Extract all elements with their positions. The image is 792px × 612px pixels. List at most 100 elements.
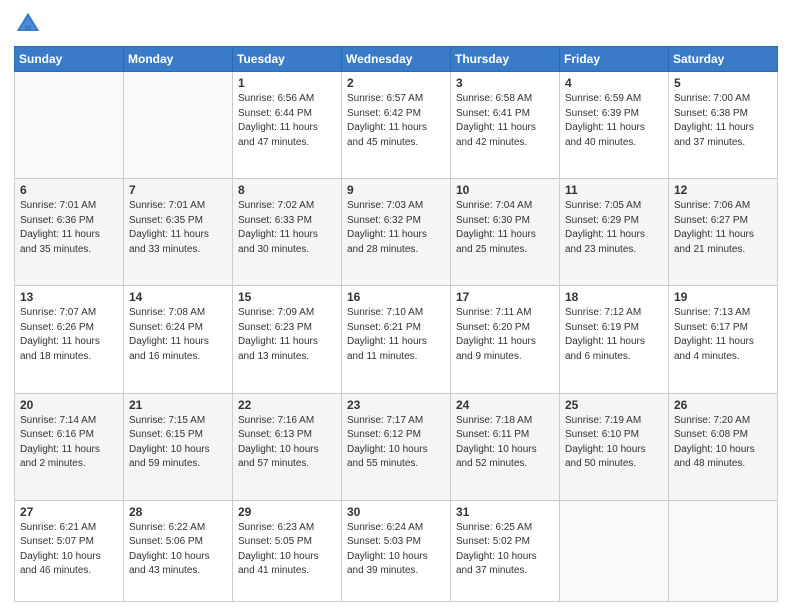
week-row-2: 6 Sunrise: 7:01 AM Sunset: 6:36 PM Daylig… bbox=[15, 179, 778, 286]
day-content: Sunrise: 6:22 AM Sunset: 5:06 PM Dayligh… bbox=[129, 521, 227, 579]
header bbox=[14, 10, 778, 38]
calendar-cell: 14 Sunrise: 7:08 AM Sunset: 6:24 PM Dayli… bbox=[124, 286, 233, 393]
day-number: 10 bbox=[456, 183, 554, 197]
weekday-header-row: SundayMondayTuesdayWednesdayThursdayFrid… bbox=[15, 47, 778, 72]
calendar-cell: 12 Sunrise: 7:06 AM Sunset: 6:27 PM Dayli… bbox=[669, 179, 778, 286]
day-number: 7 bbox=[129, 183, 227, 197]
day-number: 8 bbox=[238, 183, 336, 197]
weekday-header-thursday: Thursday bbox=[451, 47, 560, 72]
day-content: Sunrise: 6:57 AM Sunset: 6:42 PM Dayligh… bbox=[347, 92, 445, 150]
weekday-header-friday: Friday bbox=[560, 47, 669, 72]
day-number: 9 bbox=[347, 183, 445, 197]
day-content: Sunrise: 7:14 AM Sunset: 6:16 PM Dayligh… bbox=[20, 414, 118, 472]
day-content: Sunrise: 7:15 AM Sunset: 6:15 PM Dayligh… bbox=[129, 414, 227, 472]
day-number: 24 bbox=[456, 398, 554, 412]
calendar-cell: 10Sunrise: 7:04 AM Sunset: 6:30 PM Dayli… bbox=[451, 179, 560, 286]
day-content: Sunrise: 6:23 AM Sunset: 5:05 PM Dayligh… bbox=[238, 521, 336, 579]
day-content: Sunrise: 7:09 AM Sunset: 6:23 PM Dayligh… bbox=[238, 306, 336, 364]
calendar-cell: 26 Sunrise: 7:20 AM Sunset: 6:08 PM Dayli… bbox=[669, 393, 778, 500]
weekday-header-saturday: Saturday bbox=[669, 47, 778, 72]
weekday-header-tuesday: Tuesday bbox=[233, 47, 342, 72]
day-content: Sunrise: 7:07 AM Sunset: 6:26 PM Dayligh… bbox=[20, 306, 118, 364]
day-content: Sunrise: 6:25 AM Sunset: 5:02 PM Dayligh… bbox=[456, 521, 554, 579]
day-number: 4 bbox=[565, 76, 663, 90]
calendar-cell: 30 Sunrise: 6:24 AM Sunset: 5:03 PM Dayli… bbox=[342, 500, 451, 601]
logo-icon bbox=[14, 10, 42, 38]
day-content: Sunrise: 7:08 AM Sunset: 6:24 PM Dayligh… bbox=[129, 306, 227, 364]
calendar-cell: 13 Sunrise: 7:07 AM Sunset: 6:26 PM Dayli… bbox=[15, 286, 124, 393]
calendar-cell: 9 Sunrise: 7:03 AM Sunset: 6:32 PM Daylig… bbox=[342, 179, 451, 286]
day-number: 6 bbox=[20, 183, 118, 197]
day-number: 16 bbox=[347, 290, 445, 304]
day-number: 13 bbox=[20, 290, 118, 304]
calendar-cell: 29 Sunrise: 6:23 AM Sunset: 5:05 PM Dayli… bbox=[233, 500, 342, 601]
day-number: 17 bbox=[456, 290, 554, 304]
calendar-cell: 28 Sunrise: 6:22 AM Sunset: 5:06 PM Dayli… bbox=[124, 500, 233, 601]
calendar-cell: 3Sunrise: 6:58 AM Sunset: 6:41 PM Daylig… bbox=[451, 72, 560, 179]
logo bbox=[14, 10, 46, 38]
day-content: Sunrise: 6:24 AM Sunset: 5:03 PM Dayligh… bbox=[347, 521, 445, 579]
calendar-cell: 4 Sunrise: 6:59 AM Sunset: 6:39 PM Daylig… bbox=[560, 72, 669, 179]
day-number: 30 bbox=[347, 505, 445, 519]
calendar-cell: 31 Sunrise: 6:25 AM Sunset: 5:02 PM Dayli… bbox=[451, 500, 560, 601]
day-number: 12 bbox=[674, 183, 772, 197]
day-number: 26 bbox=[674, 398, 772, 412]
day-number: 28 bbox=[129, 505, 227, 519]
day-number: 3 bbox=[456, 76, 554, 90]
calendar-cell: 16 Sunrise: 7:10 AM Sunset: 6:21 PM Dayli… bbox=[342, 286, 451, 393]
calendar-cell: 22 Sunrise: 7:16 AM Sunset: 6:13 PM Dayli… bbox=[233, 393, 342, 500]
day-number: 11 bbox=[565, 183, 663, 197]
calendar-cell: 18 Sunrise: 7:12 AM Sunset: 6:19 PM Dayli… bbox=[560, 286, 669, 393]
day-number: 18 bbox=[565, 290, 663, 304]
day-content: Sunrise: 7:01 AM Sunset: 6:35 PM Dayligh… bbox=[129, 199, 227, 257]
calendar-cell bbox=[124, 72, 233, 179]
day-content: Sunrise: 7:03 AM Sunset: 6:32 PM Dayligh… bbox=[347, 199, 445, 257]
calendar-cell: 1 Sunrise: 6:56 AM Sunset: 6:44 PM Daylig… bbox=[233, 72, 342, 179]
day-number: 15 bbox=[238, 290, 336, 304]
day-content: Sunrise: 7:13 AM Sunset: 6:17 PM Dayligh… bbox=[674, 306, 772, 364]
week-row-3: 13 Sunrise: 7:07 AM Sunset: 6:26 PM Dayli… bbox=[15, 286, 778, 393]
calendar-cell bbox=[560, 500, 669, 601]
weekday-header-monday: Monday bbox=[124, 47, 233, 72]
day-content: Sunrise: 7:06 AM Sunset: 6:27 PM Dayligh… bbox=[674, 199, 772, 257]
day-content: Sunrise: 7:10 AM Sunset: 6:21 PM Dayligh… bbox=[347, 306, 445, 364]
day-content: Sunrise: 7:19 AM Sunset: 6:10 PM Dayligh… bbox=[565, 414, 663, 472]
day-number: 23 bbox=[347, 398, 445, 412]
calendar-cell: 25Sunrise: 7:19 AM Sunset: 6:10 PM Dayli… bbox=[560, 393, 669, 500]
week-row-4: 20 Sunrise: 7:14 AM Sunset: 6:16 PM Dayli… bbox=[15, 393, 778, 500]
day-content: Sunrise: 7:17 AM Sunset: 6:12 PM Dayligh… bbox=[347, 414, 445, 472]
calendar-cell: 24 Sunrise: 7:18 AM Sunset: 6:11 PM Dayli… bbox=[451, 393, 560, 500]
page: SundayMondayTuesdayWednesdayThursdayFrid… bbox=[0, 0, 792, 612]
day-number: 21 bbox=[129, 398, 227, 412]
day-content: Sunrise: 7:12 AM Sunset: 6:19 PM Dayligh… bbox=[565, 306, 663, 364]
day-content: Sunrise: 6:56 AM Sunset: 6:44 PM Dayligh… bbox=[238, 92, 336, 150]
week-row-1: 1 Sunrise: 6:56 AM Sunset: 6:44 PM Daylig… bbox=[15, 72, 778, 179]
day-number: 29 bbox=[238, 505, 336, 519]
day-content: Sunrise: 7:01 AM Sunset: 6:36 PM Dayligh… bbox=[20, 199, 118, 257]
day-content: Sunrise: 7:05 AM Sunset: 6:29 PM Dayligh… bbox=[565, 199, 663, 257]
calendar-cell: 7 Sunrise: 7:01 AM Sunset: 6:35 PM Daylig… bbox=[124, 179, 233, 286]
day-content: Sunrise: 7:20 AM Sunset: 6:08 PM Dayligh… bbox=[674, 414, 772, 472]
day-content: Sunrise: 7:02 AM Sunset: 6:33 PM Dayligh… bbox=[238, 199, 336, 257]
day-number: 1 bbox=[238, 76, 336, 90]
day-number: 19 bbox=[674, 290, 772, 304]
calendar-cell: 11 Sunrise: 7:05 AM Sunset: 6:29 PM Dayli… bbox=[560, 179, 669, 286]
day-number: 22 bbox=[238, 398, 336, 412]
day-number: 2 bbox=[347, 76, 445, 90]
day-number: 14 bbox=[129, 290, 227, 304]
day-content: Sunrise: 7:11 AM Sunset: 6:20 PM Dayligh… bbox=[456, 306, 554, 364]
day-number: 27 bbox=[20, 505, 118, 519]
calendar-cell: 21 Sunrise: 7:15 AM Sunset: 6:15 PM Dayli… bbox=[124, 393, 233, 500]
calendar-cell: 2 Sunrise: 6:57 AM Sunset: 6:42 PM Daylig… bbox=[342, 72, 451, 179]
day-content: Sunrise: 7:18 AM Sunset: 6:11 PM Dayligh… bbox=[456, 414, 554, 472]
day-number: 31 bbox=[456, 505, 554, 519]
calendar-cell: 8 Sunrise: 7:02 AM Sunset: 6:33 PM Daylig… bbox=[233, 179, 342, 286]
day-content: Sunrise: 6:59 AM Sunset: 6:39 PM Dayligh… bbox=[565, 92, 663, 150]
weekday-header-wednesday: Wednesday bbox=[342, 47, 451, 72]
calendar-cell: 19 Sunrise: 7:13 AM Sunset: 6:17 PM Dayli… bbox=[669, 286, 778, 393]
day-content: Sunrise: 6:21 AM Sunset: 5:07 PM Dayligh… bbox=[20, 521, 118, 579]
calendar-cell: 27 Sunrise: 6:21 AM Sunset: 5:07 PM Dayli… bbox=[15, 500, 124, 601]
calendar-cell bbox=[669, 500, 778, 601]
day-number: 20 bbox=[20, 398, 118, 412]
day-content: Sunrise: 7:16 AM Sunset: 6:13 PM Dayligh… bbox=[238, 414, 336, 472]
